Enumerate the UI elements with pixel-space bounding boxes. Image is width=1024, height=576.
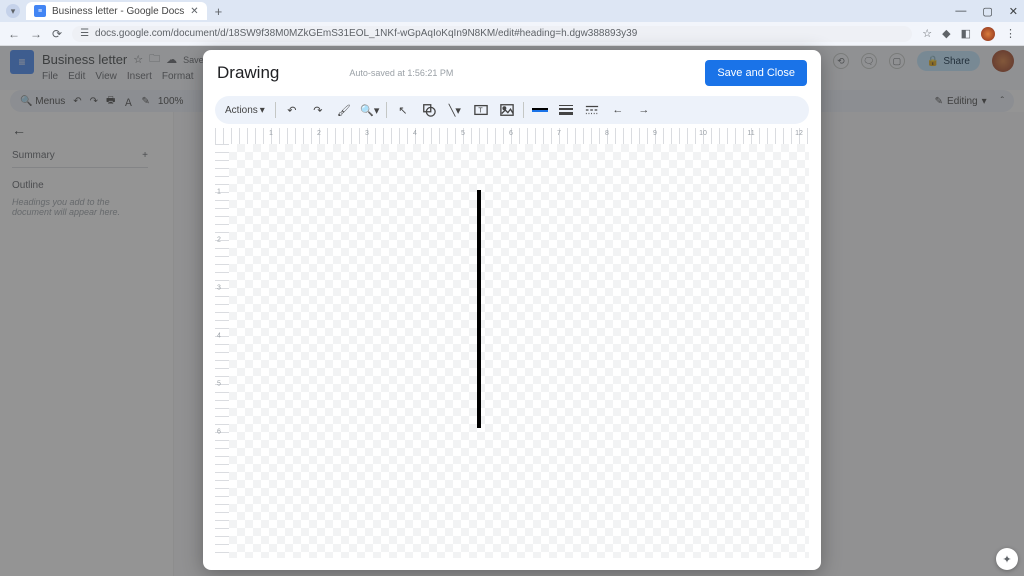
profile-avatar[interactable]: [981, 27, 995, 41]
site-info-icon[interactable]: ☰: [80, 28, 89, 39]
url-text: docs.google.com/document/d/18SW9f38M0MZk…: [95, 28, 637, 39]
browser-tab[interactable]: ≡ Business letter - Google Docs ✕: [26, 2, 207, 20]
browser-address-bar: ← → ⟳ ☰ docs.google.com/document/d/18SW9…: [0, 22, 1024, 46]
nav-reload-icon[interactable]: ⟳: [52, 27, 62, 41]
modal-scrim: Drawing Auto-saved at 1:56:21 PM Save an…: [0, 46, 1024, 576]
new-tab-button[interactable]: +: [215, 4, 223, 19]
line-weight-button[interactable]: [556, 100, 576, 120]
vertical-ruler: 1 2 3 4 5 6: [215, 144, 229, 558]
nav-forward-icon[interactable]: →: [30, 27, 42, 41]
url-field[interactable]: ☰ docs.google.com/document/d/18SW9f38M0M…: [72, 26, 912, 42]
line-tool-icon[interactable]: ╲▾: [445, 100, 465, 120]
drawing-canvas[interactable]: [229, 144, 809, 558]
chrome-menu-icon[interactable]: ⋮: [1005, 27, 1016, 40]
select-tool-icon[interactable]: ↖: [393, 100, 413, 120]
svg-text:T: T: [478, 108, 483, 115]
chevron-down-icon: ▾: [260, 105, 265, 116]
docs-favicon: ≡: [34, 5, 46, 17]
bookmark-icon[interactable]: ☆: [922, 27, 932, 40]
shape-tool-icon[interactable]: [419, 100, 439, 120]
line-end-button[interactable]: →: [634, 100, 654, 120]
modal-title: Drawing: [217, 63, 279, 83]
line-shape[interactable]: [477, 190, 481, 428]
redo-icon[interactable]: ↷: [308, 100, 328, 120]
autosave-status: Auto-saved at 1:56:21 PM: [349, 68, 453, 78]
line-color-button[interactable]: [530, 100, 550, 120]
line-dash-button[interactable]: [582, 100, 602, 120]
window-maximize-button[interactable]: ▢: [982, 5, 992, 18]
browser-tabstrip: ▾ ≡ Business letter - Google Docs ✕ + — …: [0, 0, 1024, 22]
paint-format-icon[interactable]: 🖌: [334, 100, 354, 120]
save-and-close-button[interactable]: Save and Close: [705, 60, 807, 86]
textbox-tool-icon[interactable]: T: [471, 100, 491, 120]
line-start-button[interactable]: ←: [608, 100, 628, 120]
actions-menu[interactable]: Actions▾: [225, 105, 269, 116]
drawing-modal: Drawing Auto-saved at 1:56:21 PM Save an…: [203, 50, 821, 570]
window-minimize-button[interactable]: —: [955, 5, 966, 18]
image-tool-icon[interactable]: [497, 100, 517, 120]
zoom-menu[interactable]: 🔍▾: [360, 100, 380, 120]
horizontal-ruler: 1 2 3 4 5 6 7 8 9 10 11 12: [215, 128, 809, 144]
extensions-icon[interactable]: ◆: [942, 27, 950, 40]
drawing-toolbar: Actions▾ ↶ ↷ 🖌 🔍▾ ↖ ╲▾ T ← →: [215, 96, 809, 124]
undo-icon[interactable]: ↶: [282, 100, 302, 120]
tab-title: Business letter - Google Docs: [52, 6, 184, 17]
tab-search-icon[interactable]: ▾: [6, 4, 20, 18]
explore-fab[interactable]: ✦: [996, 548, 1018, 570]
nav-back-icon[interactable]: ←: [8, 27, 20, 41]
tab-close-icon[interactable]: ✕: [190, 6, 198, 17]
side-panel-icon[interactable]: ◧: [961, 27, 971, 40]
window-close-button[interactable]: ✕: [1009, 5, 1018, 18]
